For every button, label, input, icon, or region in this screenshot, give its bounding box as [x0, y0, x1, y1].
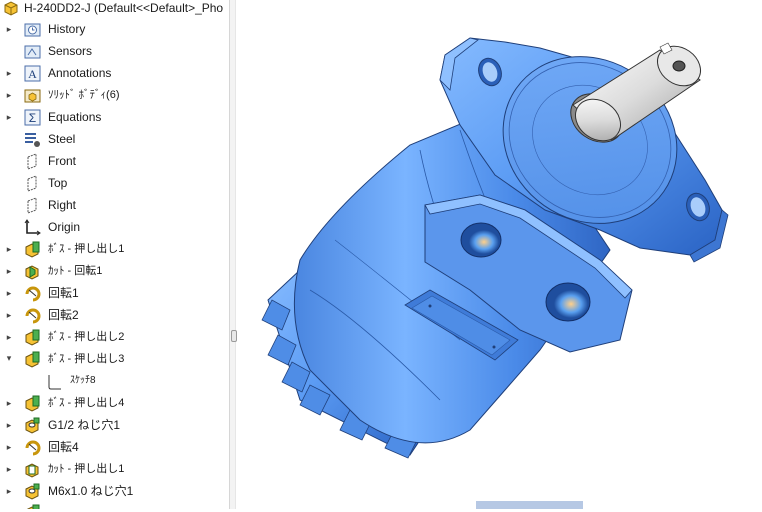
cut-extrude-icon	[25, 463, 39, 478]
collapse-arrow-icon[interactable]: ▾	[5, 353, 13, 363]
hydraulic-motor-model[interactable]	[236, 0, 762, 509]
tree-item-label: G1/2 ねじ穴1	[48, 418, 121, 432]
tree-item-m6-tapped-hole1[interactable]: ▸ M6x1.0 ねじ穴1	[0, 480, 229, 502]
annotations-icon: A	[24, 65, 41, 82]
tree-item-label: ﾎﾞｽ - 押し出し4	[48, 397, 125, 409]
tree-item-revolve1[interactable]: ▸ 回転1	[0, 282, 229, 304]
history-folder-icon	[24, 23, 41, 37]
feature-manager-tree: H-240DD2-J (Default<<Default>_Pho ▸ Hist…	[0, 0, 229, 509]
tree-item-label: ﾎﾞｽ - 押し出し1	[48, 243, 125, 255]
panel-splitter[interactable]	[229, 0, 237, 509]
tree-item-label: Top	[48, 176, 68, 190]
expand-arrow-icon[interactable]: ▸	[5, 486, 13, 496]
revolve-icon	[25, 308, 41, 324]
tree-item-label: Annotations	[48, 66, 112, 80]
expand-arrow-icon[interactable]: ▸	[5, 398, 13, 408]
tree-item-boss-extrude2[interactable]: ▸ ﾎﾞｽ - 押し出し2	[0, 326, 229, 348]
expand-arrow-icon[interactable]: ▸	[5, 288, 13, 298]
tree-item-boss-extrude3[interactable]: ▾ ﾎﾞｽ - 押し出し3	[0, 348, 229, 370]
plane-icon	[27, 175, 37, 192]
tree-item-material[interactable]: Steel	[0, 128, 229, 150]
equations-icon: Σ	[24, 109, 41, 126]
tree-item-label: ﾎﾞｽ - 押し出し2	[48, 331, 125, 343]
tree-item-origin[interactable]: Origin	[0, 216, 229, 238]
svg-text:A: A	[28, 67, 37, 81]
sketch-icon	[48, 375, 61, 390]
shaft-center-hole	[672, 60, 686, 72]
expand-arrow-icon[interactable]: ▸	[5, 112, 13, 122]
feature-icon	[26, 504, 40, 509]
tree-item-label: 回転4	[48, 440, 79, 454]
tree-item-label: ｿﾘｯﾄﾞ ﾎﾞﾃﾞｨ(6)	[48, 89, 120, 101]
tree-item-label: Front	[48, 154, 77, 168]
tree-item-boss-extrude1[interactable]: ▸ ﾎﾞｽ - 押し出し1	[0, 238, 229, 260]
tree-item-partial[interactable]	[0, 502, 229, 509]
tree-item-cut-revolve1[interactable]: ▸ ｶｯﾄ - 回転1	[0, 260, 229, 282]
tree-item-label: Steel	[48, 132, 76, 146]
tree-item-label: M6x1.0 ねじ穴1	[48, 484, 134, 498]
part-icon	[4, 1, 18, 16]
tree-item-label: Sensors	[48, 44, 93, 58]
expand-arrow-icon[interactable]: ▸	[5, 310, 13, 320]
tree-item-revolve2[interactable]: ▸ 回転2	[0, 304, 229, 326]
sensors-folder-icon	[24, 45, 41, 59]
expand-arrow-icon[interactable]: ▸	[5, 464, 13, 474]
hole-wizard-icon	[25, 417, 40, 434]
revolve-icon	[25, 440, 41, 456]
part-title: H-240DD2-J (Default<<Default>_Pho	[24, 1, 224, 15]
tree-item-label: ｶｯﾄ - 押し出し1	[48, 463, 125, 475]
tree-root-part[interactable]: H-240DD2-J (Default<<Default>_Pho	[0, 0, 229, 16]
tree-item-label: ｽｹｯﾁ8	[70, 375, 96, 386]
boss-extrude-icon	[25, 329, 40, 346]
plane-icon	[27, 153, 37, 170]
tree-item-history[interactable]: ▸ History	[0, 18, 229, 40]
plane-icon	[27, 197, 37, 214]
tree-item-label: Right	[48, 198, 77, 212]
tree-item-right-plane[interactable]: Right	[0, 194, 229, 216]
expand-arrow-icon[interactable]: ▸	[5, 332, 13, 342]
expand-arrow-icon[interactable]: ▸	[5, 68, 13, 78]
tree-item-label: 回転2	[48, 308, 79, 322]
tree-item-sensors[interactable]: Sensors	[0, 40, 229, 62]
solid-bodies-folder-icon	[24, 89, 41, 103]
cut-revolve-icon	[25, 265, 39, 280]
expand-arrow-icon[interactable]: ▸	[5, 420, 13, 430]
tree-item-label: ｶｯﾄ - 回転1	[48, 265, 103, 277]
boss-extrude-icon	[25, 351, 40, 368]
boss-extrude-icon	[25, 241, 40, 258]
origin-icon	[24, 219, 41, 236]
tree-item-label: Origin	[48, 220, 81, 234]
expand-arrow-icon[interactable]: ▸	[5, 266, 13, 276]
tree-item-front-plane[interactable]: Front	[0, 150, 229, 172]
expand-arrow-icon[interactable]: ▸	[5, 24, 13, 34]
hole-wizard-icon	[25, 483, 40, 500]
graphics-viewport[interactable]	[236, 0, 762, 509]
expand-arrow-icon[interactable]: ▸	[5, 244, 13, 254]
tree-item-g12-tapped-hole1[interactable]: ▸ G1/2 ねじ穴1	[0, 414, 229, 436]
viewport-status-strip	[476, 501, 583, 509]
tree-item-label: 回転1	[48, 286, 79, 300]
tree-item-label: Equations	[48, 110, 102, 124]
svg-text:Σ: Σ	[29, 111, 36, 125]
tree-item-revolve4[interactable]: ▸ 回転4	[0, 436, 229, 458]
tree-item-solid-bodies[interactable]: ▸ ｿﾘｯﾄﾞ ﾎﾞﾃﾞｨ(6)	[0, 84, 229, 106]
material-icon	[25, 133, 40, 147]
tree-item-sketch8[interactable]: ｽｹｯﾁ8	[0, 370, 229, 392]
expand-arrow-icon[interactable]: ▸	[5, 442, 13, 452]
tree-item-label: History	[48, 22, 86, 36]
boss-extrude-icon	[25, 395, 40, 412]
tree-item-annotations[interactable]: ▸ A Annotations	[0, 62, 229, 84]
revolve-icon	[25, 286, 41, 302]
tree-item-equations[interactable]: ▸ Σ Equations	[0, 106, 229, 128]
tree-item-label: ﾎﾞｽ - 押し出し3	[48, 353, 125, 365]
tree-item-top-plane[interactable]: Top	[0, 172, 229, 194]
tree-item-boss-extrude4[interactable]: ▸ ﾎﾞｽ - 押し出し4	[0, 392, 229, 414]
tree-item-cut-extrude1[interactable]: ▸ ｶｯﾄ - 押し出し1	[0, 458, 229, 480]
expand-arrow-icon[interactable]: ▸	[5, 90, 13, 100]
